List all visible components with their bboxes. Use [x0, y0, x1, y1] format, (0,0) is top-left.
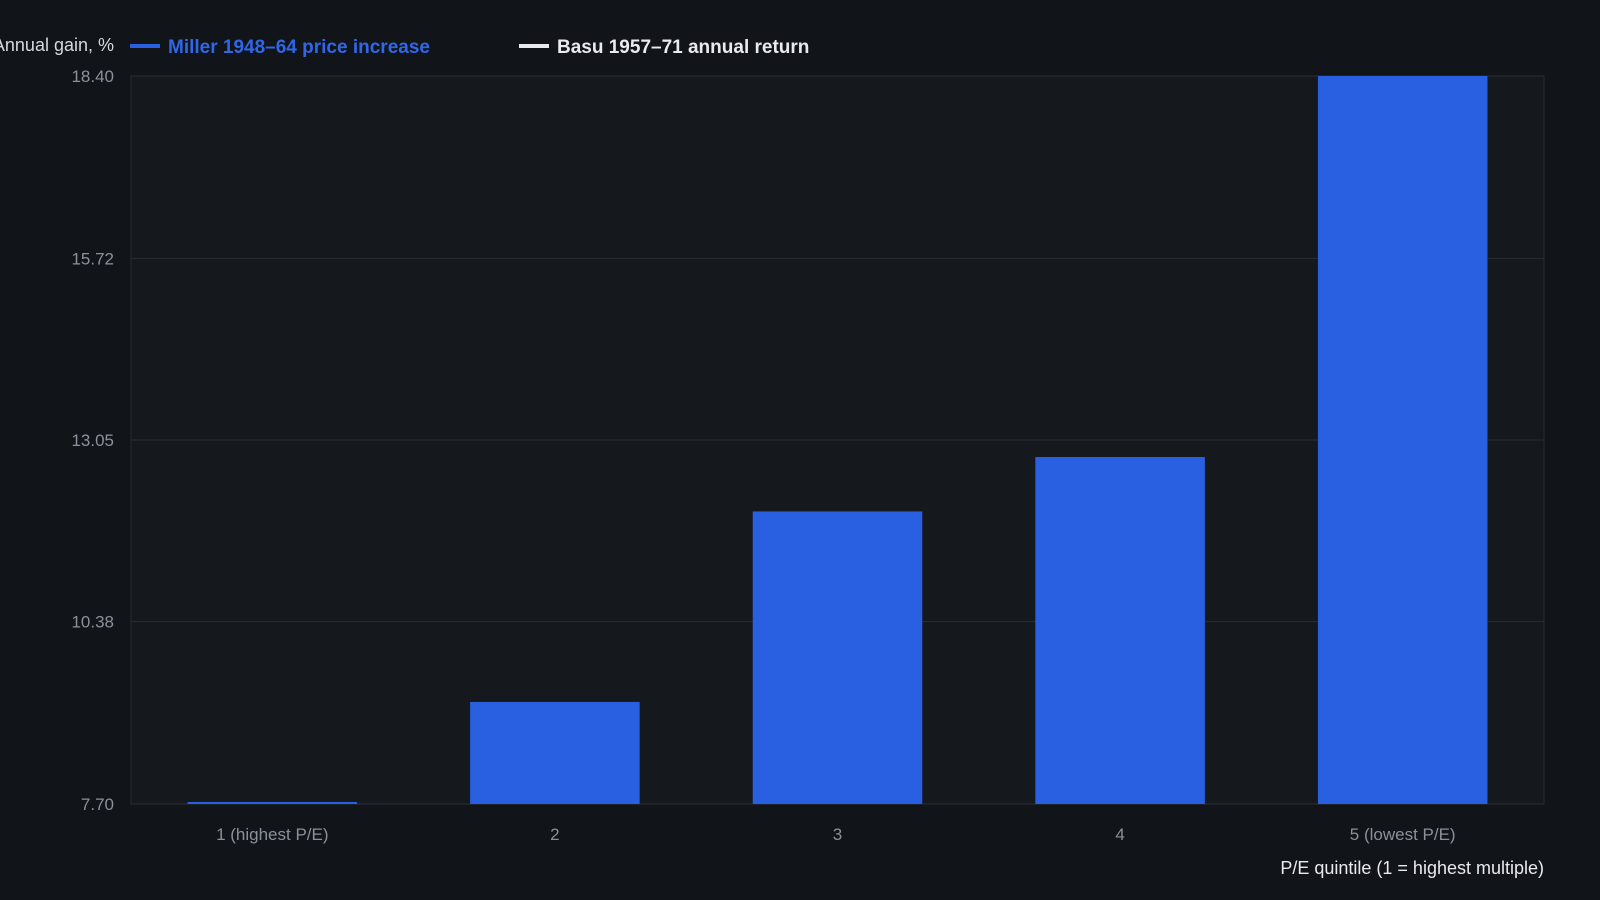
bar-quintile-5: [1317, 76, 1488, 804]
legend-label-basu: Basu 1957–71 annual return: [557, 37, 809, 58]
x-tick-label: 1 (highest P/E): [216, 825, 328, 844]
x-axis-label: P/E quintile (1 = highest multiple): [1280, 858, 1544, 878]
bar-quintile-1: [187, 802, 358, 804]
y-axis-label: Annual gain, %: [0, 35, 114, 55]
bar-chart: 7.70 10.38 13.05 15.72 18.40 1 (highest P/E)…: [0, 35, 1545, 878]
bar-quintile-4: [1035, 457, 1205, 804]
x-tick-label: 2: [550, 825, 559, 844]
y-tick-label: 18.40: [71, 67, 114, 86]
x-tick-label: 3: [833, 825, 842, 844]
x-axis-ticks: 1 (highest P/E) 2 3 4 5 (lowest P/E): [216, 825, 1456, 844]
legend-label-miller: Miller 1948–64 price increase: [168, 37, 430, 58]
y-tick-label: 15.72: [71, 249, 114, 268]
bar-quintile-2: [470, 701, 640, 804]
x-tick-label: 5 (lowest P/E): [1350, 825, 1456, 844]
bar-quintile-3: [752, 511, 923, 804]
y-tick-label: 13.05: [71, 431, 114, 450]
y-tick-label: 7.70: [81, 795, 114, 814]
y-tick-label: 10.38: [71, 613, 114, 632]
legend: Miller 1948–64 price increase Basu 1957–…: [130, 37, 809, 58]
x-tick-label: 4: [1115, 825, 1124, 844]
y-axis-ticks: 7.70 10.38 13.05 15.72 18.40: [71, 67, 114, 814]
